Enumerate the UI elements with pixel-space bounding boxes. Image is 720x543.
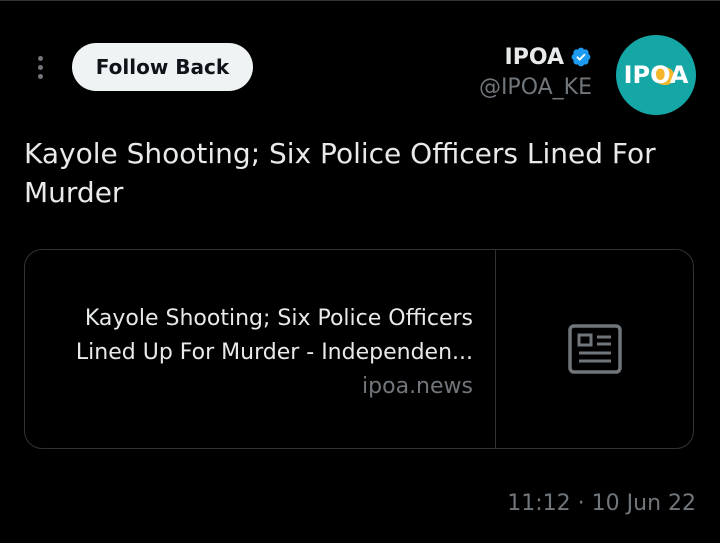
more-vertical-icon-dot [37,73,43,79]
follow-back-button[interactable]: Follow Back [72,43,253,91]
tweet-text: Kayole Shooting; Six Police Officers Lin… [24,137,656,209]
more-vertical-icon-dot [37,64,43,70]
display-name-row: IPOA [479,42,592,72]
tweet-timestamp[interactable]: 11:12 · 10 Jun 22 [507,491,696,516]
link-preview-card[interactable]: Kayole Shooting; Six Police Officers Lin… [24,249,694,449]
link-card-title: Kayole Shooting; Six Police Officers Lin… [75,306,473,365]
tweet-header: Follow Back IPOA @IPOA_KE IPOA [0,0,720,120]
link-card-thumbnail [496,250,693,448]
verified-badge-icon [571,47,591,67]
account-names[interactable]: IPOA @IPOA_KE [479,42,592,101]
avatar-logo-text: IPOA [623,61,689,89]
more-vertical-icon [37,55,43,61]
news-article-icon [567,324,622,374]
avatar[interactable]: IPOA [616,35,696,115]
more-options-button[interactable] [26,51,54,83]
link-card-text: Kayole Shooting; Six Police Officers Lin… [25,250,495,448]
link-card-domain: ipoa.news [362,374,473,399]
account-handle[interactable]: @IPOA_KE [479,75,592,100]
display-name[interactable]: IPOA [505,45,564,70]
